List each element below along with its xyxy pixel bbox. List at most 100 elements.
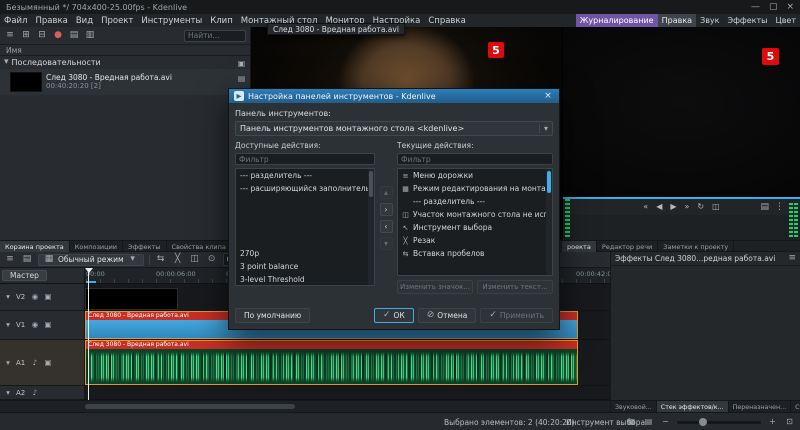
frame-back-icon[interactable]: ◀ (656, 203, 662, 211)
lock-track-icon[interactable]: ▣ (43, 292, 53, 302)
zoom-slider[interactable] (677, 417, 761, 426)
timeline-menu-icon[interactable]: ≡ (4, 254, 16, 266)
panel-menu-icon[interactable]: ≡ (788, 254, 796, 263)
chevron-down-icon[interactable]: ▾ (3, 358, 13, 368)
dialog-title-bar[interactable]: ▶ Настройка панелей инструментов - Kdenl… (229, 89, 559, 103)
bin-menu-icon[interactable]: ≡ (4, 30, 16, 42)
track-header-a2[interactable]: ▾ A2 ♪ (0, 386, 85, 400)
close-icon[interactable]: × (786, 2, 794, 12)
track-headers-icon[interactable]: ▤ (21, 254, 33, 266)
menu-item-file[interactable]: Файл (0, 14, 31, 27)
move-left-button[interactable]: ‹ (379, 219, 393, 233)
mute-track-icon[interactable]: ♪ (30, 388, 40, 398)
bin-clip-item[interactable]: След 3080 - Вредная работа.avi 00:40:20:… (0, 69, 250, 95)
track-body-a1[interactable]: След 3080 - Вредная работа.avi (85, 340, 610, 386)
menu-item-help[interactable]: Справка (424, 14, 469, 27)
scrollbar-thumb[interactable] (547, 171, 551, 193)
chevron-down-icon[interactable]: ▾ (3, 388, 13, 398)
spacer-tool-icon[interactable]: ◫ (189, 254, 201, 266)
workspace-editing[interactable]: Правка (657, 14, 697, 27)
zoom-out-icon[interactable]: − (660, 417, 671, 428)
list-scrollbar[interactable] (546, 169, 552, 275)
minimize-icon[interactable]: — (751, 2, 760, 12)
mute-track-icon[interactable]: ♪ (30, 358, 40, 368)
bin-view-icon[interactable]: ▤ (236, 73, 247, 84)
current-action[interactable]: ≡ Меню дорожки (398, 169, 552, 182)
apply-button[interactable]: ✓ Применить (480, 308, 553, 323)
delete-clip-icon[interactable]: ● (52, 30, 64, 42)
chevron-down-icon[interactable]: ▾ (4, 58, 9, 67)
scrollbar-thumb[interactable] (85, 404, 295, 409)
current-action[interactable]: ⇆ Вставка пробелов (398, 247, 552, 260)
track-header-v2[interactable]: ▾ V2 ◉ ▣ (0, 284, 85, 311)
toolbar-select[interactable]: Панель инструментов монтажного стола <kd… (235, 121, 553, 136)
change-text-button[interactable]: Изменить текст... (477, 280, 553, 294)
move-down-button[interactable]: ▾ (379, 236, 393, 250)
workspace-effects[interactable]: Эффекты (723, 14, 771, 27)
playhead[interactable] (88, 270, 89, 400)
available-action[interactable] (236, 221, 374, 234)
available-filter-input[interactable] (235, 153, 375, 165)
zoom-slider-handle[interactable] (699, 417, 707, 426)
available-action[interactable] (236, 208, 374, 221)
workspace-color[interactable]: Цвет (771, 14, 800, 27)
lock-track-icon[interactable]: ▣ (43, 358, 53, 368)
fit-zoom-icon[interactable]: ⊡ (784, 417, 795, 428)
available-action[interactable] (236, 195, 374, 208)
clip-thumbnail-segment[interactable] (85, 288, 178, 310)
lock-track-icon[interactable]: ▣ (43, 320, 53, 330)
workspace-audio[interactable]: Звук (696, 14, 723, 27)
menu-item-clip[interactable]: Клип (206, 14, 237, 27)
monitor-config-icon[interactable]: ▤ (760, 202, 769, 212)
mix-clips-icon[interactable]: ⇆ (155, 254, 167, 266)
current-actions-list[interactable]: ≡ Меню дорожки ▦ Режим редактирования на… (397, 168, 553, 276)
bin-folder-sequences[interactable]: ▾ Последовательности (0, 56, 250, 69)
monitor-menu-icon[interactable]: ⋮ (775, 202, 784, 212)
move-up-button[interactable]: ▴ (379, 185, 393, 199)
current-action[interactable]: --- разделитель --- (398, 195, 552, 208)
track-header-v1[interactable]: ▾ V1 ◉ ▣ (0, 311, 85, 340)
track-body-a2[interactable] (85, 386, 610, 400)
track-header-a1[interactable]: ▾ A1 ♪ ▣ (0, 340, 85, 386)
available-action[interactable]: 3 point balance (236, 260, 374, 273)
current-filter-input[interactable] (397, 153, 553, 165)
maximize-icon[interactable]: ▢ (769, 2, 778, 12)
close-icon[interactable]: × (542, 90, 554, 102)
timeline-scrollbar[interactable] (0, 400, 610, 412)
list-scrollbar[interactable] (368, 169, 374, 285)
available-action[interactable] (236, 234, 374, 247)
master-button[interactable]: Мастер (2, 270, 47, 281)
scrollbar-thumb[interactable] (369, 171, 373, 197)
search-input[interactable] (184, 29, 246, 42)
cancel-button[interactable]: ⊘ Отмена (417, 308, 477, 323)
zone-icon[interactable]: ◫ (712, 203, 720, 211)
add-clip-icon[interactable]: ⊞ (20, 30, 32, 42)
move-right-button[interactable]: › (379, 202, 393, 216)
show-thumbnails-icon[interactable]: ▤ (643, 417, 654, 428)
hide-track-icon[interactable]: ◉ (30, 292, 40, 302)
chevron-down-icon[interactable]: ▾ (3, 292, 13, 302)
current-action[interactable]: ╳ Резак (398, 234, 552, 247)
playhead-marker[interactable] (85, 268, 93, 273)
available-action[interactable]: --- расширяющийся заполнитель --- (236, 182, 374, 195)
bin-name-column-header[interactable]: Имя (0, 45, 250, 56)
view-mode-icon[interactable]: ▤ (68, 30, 80, 42)
razor-tool-icon[interactable]: ╳ (172, 254, 184, 266)
available-action[interactable]: 3-level Threshold (236, 273, 374, 285)
skip-forward-icon[interactable]: » (685, 203, 690, 211)
ok-button[interactable]: ✓ ОК (373, 308, 414, 323)
available-actions-list[interactable]: --- разделитель --- --- расширяющийся за… (235, 168, 375, 286)
chevron-down-icon[interactable]: ▾ (3, 320, 13, 330)
edit-mode-select[interactable]: ▦ Обычный режим ▾ (38, 253, 144, 266)
current-action[interactable]: ▦ Режим редактирования на монтажном ст (398, 182, 552, 195)
play-icon[interactable]: ▶ (670, 203, 676, 211)
change-icon-button[interactable]: Изменить значок... (397, 280, 474, 294)
audio-clip[interactable]: След 3080 - Вредная работа.avi (85, 340, 578, 385)
preview-render-icon[interactable]: ▦ (626, 417, 637, 428)
create-folder-icon[interactable]: ⊟ (36, 30, 48, 42)
available-action[interactable]: --- разделитель --- (236, 169, 374, 182)
menu-item-tools[interactable]: Инструменты (137, 14, 206, 27)
hide-track-icon[interactable]: ◉ (30, 320, 40, 330)
zoom-in-icon[interactable]: + (767, 417, 778, 428)
current-action[interactable]: ↖ Инструмент выбора (398, 221, 552, 234)
